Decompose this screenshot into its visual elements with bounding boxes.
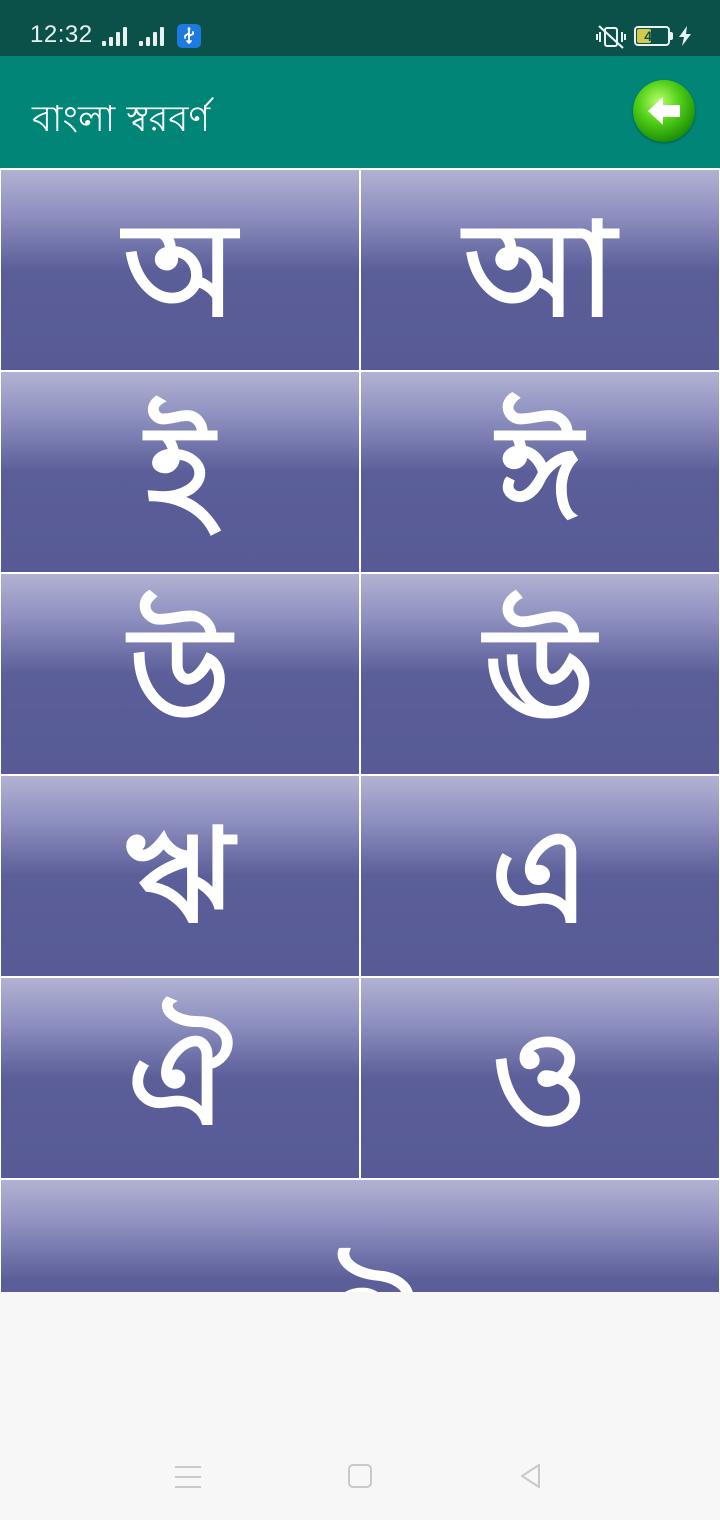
- back-icon[interactable]: [517, 1462, 545, 1490]
- app-bar: বাংলা স্বরবর্ণ: [0, 56, 720, 168]
- letter-tile[interactable]: অ: [1, 170, 359, 370]
- navigation-bar: [0, 1430, 720, 1520]
- page-title: বাংলা স্বরবর্ণ: [32, 99, 211, 140]
- home-icon[interactable]: [348, 1464, 372, 1488]
- letter-label: উ: [129, 598, 231, 750]
- letter-tile[interactable]: ও: [361, 978, 719, 1178]
- letter-label: ঈ: [497, 396, 583, 548]
- letter-grid: অ আ ই ঈ উ ঊ ঋ এ ঐ ও ঔ: [0, 168, 720, 1292]
- letter-tile[interactable]: ই: [1, 372, 359, 572]
- letter-label: ঐ: [127, 1002, 233, 1154]
- letter-tile[interactable]: ঊ: [361, 574, 719, 774]
- letter-tile[interactable]: আ: [361, 170, 719, 370]
- letter-label: ও: [492, 1002, 588, 1154]
- usb-icon: [177, 24, 201, 48]
- letter-tile[interactable]: এ: [361, 776, 719, 976]
- letter-label: ঋ: [126, 800, 234, 952]
- letter-label: এ: [490, 800, 590, 952]
- battery-level: 46: [644, 28, 660, 44]
- signal-icon: [102, 26, 130, 46]
- charging-icon: [679, 26, 691, 46]
- back-button[interactable]: [633, 80, 695, 142]
- letter-label: ঊ: [484, 598, 596, 750]
- battery-cap: [670, 32, 673, 40]
- battery-icon: 46: [634, 26, 670, 46]
- letter-label: ঔ: [1, 1230, 719, 1292]
- letter-tile[interactable]: ঈ: [361, 372, 719, 572]
- status-bar: 12:32 46: [0, 0, 720, 56]
- status-time: 12:32: [30, 21, 93, 48]
- letter-label: অ: [123, 194, 237, 346]
- signal-icon: [139, 26, 167, 46]
- letter-tile[interactable]: উ: [1, 574, 359, 774]
- letter-tile[interactable]: ঐ: [1, 978, 359, 1178]
- letter-label: ই: [146, 396, 214, 548]
- letter-tile[interactable]: ঋ: [1, 776, 359, 976]
- letter-tile[interactable]: ঔ: [1, 1180, 719, 1292]
- back-arrow-icon: [648, 97, 680, 125]
- letter-label: আ: [464, 194, 616, 346]
- menu-icon[interactable]: [175, 1466, 201, 1488]
- vibrate-off-icon: [596, 25, 626, 49]
